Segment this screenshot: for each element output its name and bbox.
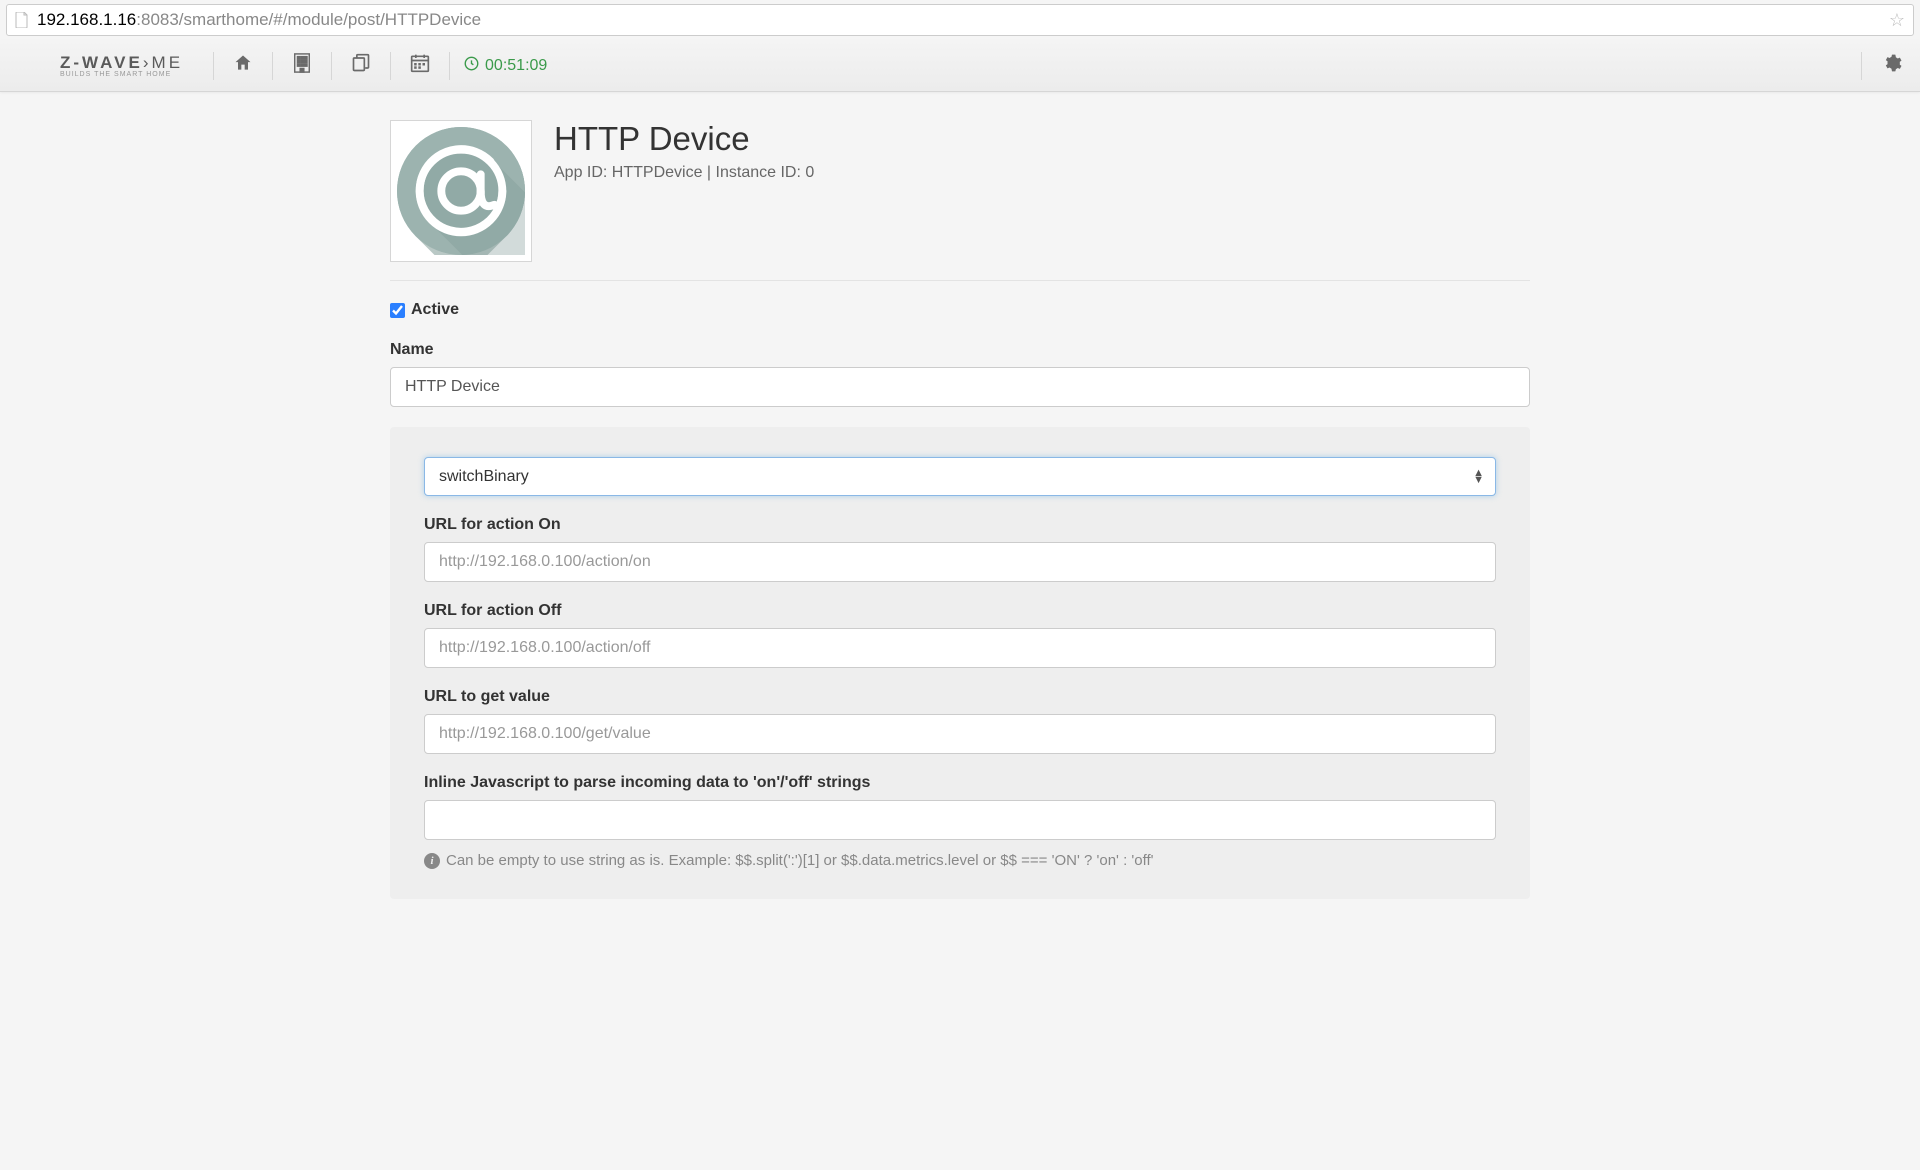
building-icon[interactable] xyxy=(287,53,317,79)
device-config-panel: switchBinary ▲▼ URL for action On URL fo… xyxy=(390,427,1530,899)
name-label: Name xyxy=(390,341,1530,359)
url-get-input[interactable] xyxy=(424,714,1496,754)
divider xyxy=(449,52,450,80)
device-type-select[interactable]: switchBinary xyxy=(424,457,1496,496)
page-title: HTTP Device xyxy=(554,120,814,158)
copy-icon[interactable] xyxy=(346,53,376,79)
url-text: 192.168.1.16:8083/smarthome/#/module/pos… xyxy=(37,10,1889,30)
top-navbar: Z-WAVE›ME BUILDS THE SMART HOME 00:51:09 xyxy=(0,40,1920,92)
url-get-label: URL to get value xyxy=(424,688,1496,706)
url-on-input[interactable] xyxy=(424,542,1496,582)
url-off-input[interactable] xyxy=(424,628,1496,668)
settings-gear-icon[interactable] xyxy=(1876,53,1908,79)
home-icon[interactable] xyxy=(228,53,258,79)
clock-time: 00:51:09 xyxy=(485,57,547,75)
page-icon xyxy=(15,12,29,28)
divider xyxy=(1861,52,1862,80)
inline-js-label: Inline Javascript to parse incoming data… xyxy=(424,774,1496,792)
name-input[interactable] xyxy=(390,367,1530,407)
inline-js-help: i Can be empty to use string as is. Exam… xyxy=(424,852,1496,869)
active-label[interactable]: Active xyxy=(411,301,459,319)
browser-url-bar[interactable]: 192.168.1.16:8083/smarthome/#/module/pos… xyxy=(6,4,1914,36)
at-sign-icon xyxy=(397,127,525,255)
divider xyxy=(331,52,332,80)
bookmark-star-icon[interactable]: ☆ xyxy=(1889,10,1905,31)
module-header: HTTP Device App ID: HTTPDevice | Instanc… xyxy=(390,112,1530,281)
divider xyxy=(272,52,273,80)
clock-icon xyxy=(464,56,479,75)
calendar-icon[interactable] xyxy=(405,53,435,79)
url-on-label: URL for action On xyxy=(424,516,1496,534)
clock-display: 00:51:09 xyxy=(464,56,547,75)
module-icon-frame xyxy=(390,120,532,262)
page-content: HTTP Device App ID: HTTPDevice | Instanc… xyxy=(320,92,1600,939)
active-checkbox[interactable] xyxy=(390,303,405,318)
divider xyxy=(390,52,391,80)
info-icon: i xyxy=(424,853,440,869)
url-off-label: URL for action Off xyxy=(424,602,1496,620)
divider xyxy=(213,52,214,80)
logo[interactable]: Z-WAVE›ME BUILDS THE SMART HOME xyxy=(60,53,183,78)
inline-js-input[interactable] xyxy=(424,800,1496,840)
module-meta: App ID: HTTPDevice | Instance ID: 0 xyxy=(554,164,814,182)
